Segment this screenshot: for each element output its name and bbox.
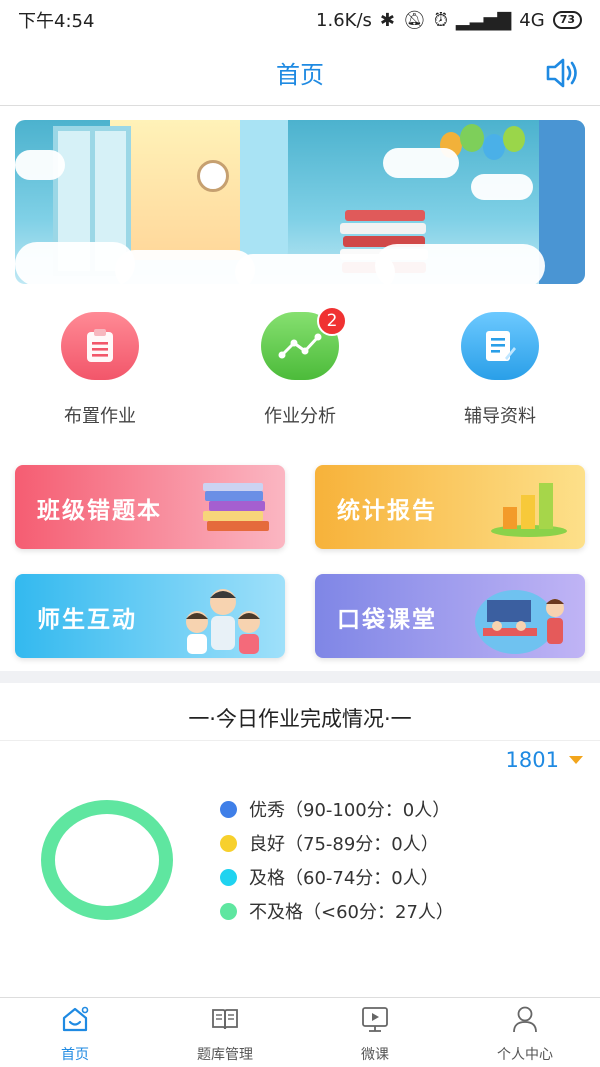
legend-item: 及格（60-74分：0人） [220,860,454,894]
card-label: 师生互动 [37,607,137,633]
dropdown-arrow-icon [569,756,583,764]
card-class-wrong-questions[interactable]: 班级错题本 [15,465,285,549]
tab-label: 微课 [361,1047,389,1063]
card-label: 统计报告 [337,498,437,524]
legend-label: 良好（75-89分：0人） [249,834,439,855]
clock-icon [197,160,229,192]
tab-label: 题库管理 [197,1047,253,1063]
legend-dot-fail [220,902,237,920]
legend-dot-good [220,834,237,852]
card-label: 口袋课堂 [337,607,437,633]
mute-icon: 🔕︎ [403,9,426,31]
battery-icon: 73 [552,11,582,29]
open-book-icon [212,1009,238,1030]
tab-home[interactable]: 首页 [0,1004,150,1064]
card-label: 班级错题本 [37,498,162,524]
completion-section-title: 一·今日作业完成情况·一 [188,707,412,731]
person-icon [513,1006,537,1033]
bluetooth-icon: ✱ [379,9,395,31]
card-statistics-report[interactable]: 统计报告 [315,465,585,549]
legend-item: 不及格（<60分：27人） [220,894,454,928]
completion-legend: 优秀（90-100分：0人） 良好（75-89分：0人） 及格（60-74分：0… [220,792,454,928]
class-selector[interactable]: 1801 [506,748,583,772]
legend-dot-excellent [220,800,237,818]
bar-chart-icon [491,483,567,537]
quick-action-assign-homework[interactable]: 布置作业 [20,312,180,428]
net-speed: 1.6K/s [316,9,372,31]
quick-action-homework-analysis[interactable]: 2 作业分析 [220,306,380,428]
tab-personal-center[interactable]: 个人中心 [450,1004,600,1064]
legend-label: 及格（60-74分：0人） [249,868,439,889]
document-edit-icon [461,312,539,380]
status-time: 下午4:54 [18,11,95,32]
banner[interactable] [15,120,585,284]
banner-side-panel [539,120,585,284]
cloud-shape [383,148,459,178]
cloud-shape [235,254,395,284]
video-play-icon [362,1007,388,1032]
home-icon [62,1006,89,1032]
signal-icon: ▂▃▅▇ [455,9,512,31]
tab-micro-lessons[interactable]: 微课 [300,1004,450,1064]
quick-action-label: 布置作业 [64,406,136,427]
quick-actions: 布置作业 2 作业分析 辅导资料 [0,306,600,432]
status-bar: 下午4:54 1.6K/s ✱ 🔕︎ ⏰︎ ▂▃▅▇ 4G 73 [0,0,600,40]
cloud-shape [115,250,255,284]
tab-label: 个人中心 [497,1047,553,1063]
section-separator [0,671,600,683]
speaker-icon[interactable] [544,55,582,91]
legend-item: 良好（75-89分：0人） [220,826,454,860]
teacher-students-icon [186,589,260,654]
network-type: 4G [519,9,545,31]
quick-action-label: 作业分析 [264,406,336,427]
notification-badge: 2 [317,306,347,336]
balloon-icon [483,134,505,160]
donut-segment-3 [41,800,173,920]
balloon-icon [503,126,525,152]
divider [0,740,600,741]
bottom-tab-bar: 首页 题库管理 微课 个人中心 [0,997,600,1067]
page-title: 首页 [276,61,324,89]
legend-label: 不及格（<60分：27人） [249,902,454,923]
cloud-shape [471,174,533,200]
legend-dot-pass [220,868,237,886]
cloud-shape [15,150,65,180]
tab-label: 首页 [61,1047,89,1063]
clipboard-icon [61,312,139,380]
card-pocket-classroom[interactable]: 口袋课堂 [315,574,585,658]
top-bar: 首页 [0,40,600,106]
balloon-icon [460,124,484,152]
books-icon [203,483,269,531]
legend-item: 优秀（90-100分：0人） [220,792,454,826]
quick-action-label: 辅导资料 [464,406,536,427]
tab-question-bank[interactable]: 题库管理 [150,1004,300,1064]
card-teacher-student-interaction[interactable]: 师生互动 [15,574,285,658]
cloud-shape [375,244,545,284]
legend-label: 优秀（90-100分：0人） [249,800,451,821]
status-right: 1.6K/s ✱ 🔕︎ ⏰︎ ▂▃▅▇ 4G 73 [316,10,582,31]
alarm-icon: ⏰︎ [433,9,448,31]
line-chart-icon: 2 [261,306,347,380]
classroom-icon [475,590,564,654]
completion-donut-chart [41,800,173,920]
class-selector-value: 1801 [505,748,559,772]
banner-curtain [240,120,288,270]
quick-action-tutoring-materials[interactable]: 辅导资料 [420,312,580,428]
